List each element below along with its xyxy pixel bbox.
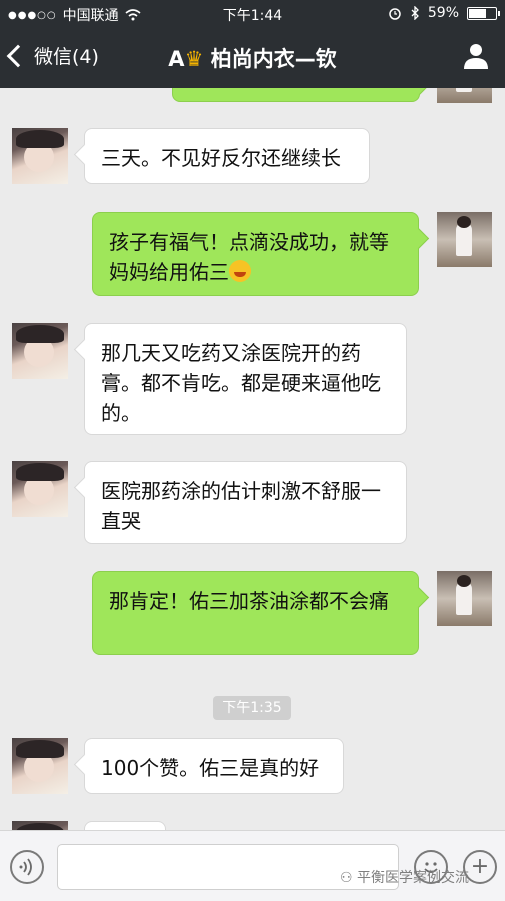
battery-icon [467, 6, 500, 20]
alarm-icon [389, 8, 401, 20]
watermark-text: 平衡医学案例交流 [357, 870, 470, 886]
chat-title: A♛ 柏尚内衣—钦 [0, 43, 505, 73]
nav-bar: 微信(4) A♛ 柏尚内衣—钦 [0, 28, 505, 88]
message-text: 100个赞。佑三是真的好 [101, 756, 320, 780]
message-bubble-partial [172, 88, 420, 102]
battery-percent: 59% [427, 5, 459, 21]
contact-avatar[interactable] [12, 323, 68, 379]
laughing-face-emoji [229, 260, 251, 282]
contact-avatar[interactable] [12, 738, 68, 794]
watermark: ⚇ 平衡医学案例交流 [340, 867, 469, 887]
contact-avatar[interactable] [12, 128, 68, 184]
crown-icon: ♛ [184, 47, 204, 71]
status-bar: ●●●○○ 中国联通 下午1:44 59% [0, 0, 505, 28]
message-bubble[interactable]: 三天。不见好反尔还继续长 [84, 128, 370, 184]
timestamp-badge: 下午1:35 [213, 696, 291, 720]
message-text: 那几天又吃药又涂医院开的药膏。都不肯吃。都是硬来逼他吃的。 [101, 341, 381, 425]
contact-avatar[interactable] [12, 461, 68, 517]
contact-avatar[interactable] [12, 821, 68, 830]
message-text: 三天。不见好反尔还继续长 [101, 146, 341, 170]
wechat-logo-icon: ⚇ [340, 870, 353, 886]
message-bubble-partial[interactable] [84, 821, 166, 830]
message-bubble[interactable]: 那几天又吃药又涂医院开的药膏。都不肯吃。都是硬来逼他吃的。 [84, 323, 407, 435]
battery-fill [469, 8, 486, 18]
title-text: 柏尚内衣—钦 [210, 47, 337, 71]
message-text: 那肯定！佑三加茶油涂都不会痛 [109, 589, 389, 613]
chat-message-list[interactable]: 三天。不见好反尔还继续长 孩子有福气！点滴没成功，就等妈妈给用佑三 那几天又吃药… [0, 88, 505, 830]
message-bubble[interactable]: 那肯定！佑三加茶油涂都不会痛 [92, 571, 419, 655]
my-avatar[interactable] [437, 212, 492, 267]
voice-icon[interactable] [10, 850, 44, 884]
my-avatar[interactable] [437, 88, 492, 103]
contact-info-button[interactable] [463, 42, 489, 70]
bluetooth-icon [411, 6, 419, 20]
voice-wave-icon [19, 858, 32, 876]
message-bubble[interactable]: 医院那药涂的估计刺激不舒服一直哭 [84, 461, 407, 544]
message-text: 医院那药涂的估计刺激不舒服一直哭 [101, 479, 381, 533]
message-bubble[interactable]: 100个赞。佑三是真的好 [84, 738, 344, 794]
my-avatar[interactable] [437, 571, 492, 626]
title-prefix: A [168, 47, 185, 71]
message-bubble[interactable]: 孩子有福气！点滴没成功，就等妈妈给用佑三 [92, 212, 419, 296]
input-bar: + ⚇ 平衡医学案例交流 [0, 830, 505, 901]
